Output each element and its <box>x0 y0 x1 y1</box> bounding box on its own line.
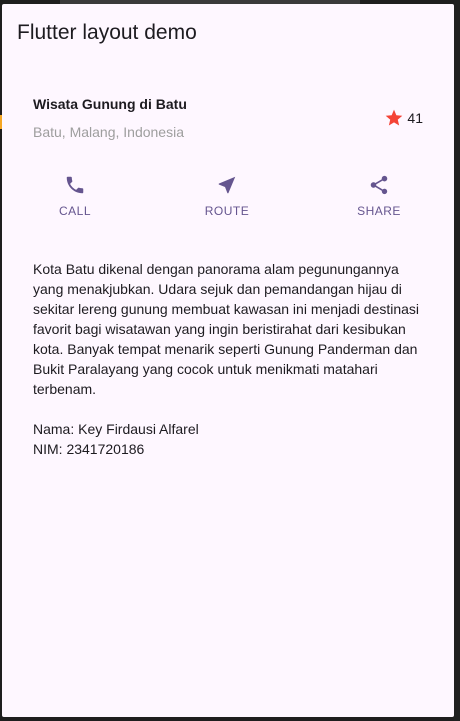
call-button-label: CALL <box>58 204 92 218</box>
route-button-label: ROUTE <box>204 204 250 218</box>
title-section: Wisata Gunung di Batu Batu, Malang, Indo… <box>33 92 423 144</box>
near-me-icon <box>216 174 238 196</box>
rating-count: 41 <box>407 110 423 126</box>
share-icon <box>368 174 390 196</box>
window-right-border <box>454 0 460 721</box>
call-button[interactable]: CALL <box>42 174 108 230</box>
rating: 41 <box>384 108 423 128</box>
star-icon <box>384 108 404 128</box>
share-button[interactable]: SHARE <box>346 174 412 230</box>
route-button[interactable]: ROUTE <box>194 174 260 230</box>
description-text: Kota Batu dikenal dengan panorama alam p… <box>33 261 419 397</box>
place-name: Wisata Gunung di Batu <box>33 96 187 112</box>
app-bar: Flutter layout demo <box>2 4 454 62</box>
student-name: Nama: Key Firdausi Alfarel <box>33 421 199 437</box>
app-window: Flutter layout demo Wisata Gunung di Bat… <box>0 0 460 721</box>
button-section: CALL ROUTE SHARE <box>42 174 412 230</box>
student-nim: NIM: 2341720186 <box>33 441 145 457</box>
share-button-label: SHARE <box>357 204 401 218</box>
flutter-app-surface: Flutter layout demo Wisata Gunung di Bat… <box>2 4 454 717</box>
app-bar-title: Flutter layout demo <box>17 21 197 44</box>
text-section: Kota Batu dikenal dengan panorama alam p… <box>33 259 425 459</box>
place-location: Batu, Malang, Indonesia <box>33 124 184 140</box>
phone-icon <box>64 174 86 196</box>
